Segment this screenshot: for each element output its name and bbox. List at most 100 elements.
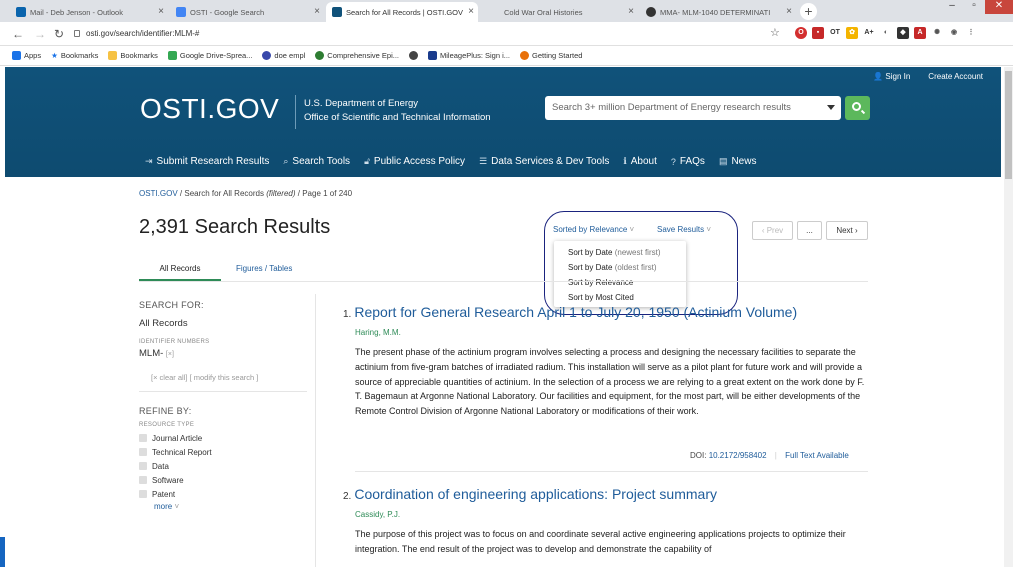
new-tab-button[interactable]: +	[800, 3, 817, 20]
more-resource-types-link[interactable]: more ˅	[139, 502, 307, 511]
forward-icon[interactable]: →	[34, 27, 46, 41]
minimize-icon[interactable]: –	[941, 0, 963, 14]
bookmark-globe[interactable]	[408, 51, 418, 60]
browser-tab-google[interactable]: OSTI - Google Search ×	[170, 2, 324, 22]
checkbox[interactable]	[139, 476, 147, 484]
bookmark-comprehensive[interactable]: Comprehensive Epi...	[315, 51, 399, 60]
globe-icon	[262, 51, 272, 60]
chevron-down-icon: ˅	[172, 502, 180, 511]
facet-journal-article[interactable]: Journal Article	[139, 431, 307, 445]
close-icon[interactable]: ×	[158, 6, 164, 17]
bookmark-folder[interactable]: Bookmarks	[108, 51, 158, 60]
facet-data[interactable]: Data	[139, 459, 307, 473]
checkbox[interactable]	[139, 462, 147, 470]
close-icon[interactable]: ×	[314, 6, 320, 17]
divider	[139, 281, 868, 282]
result-abstract: The present phase of the actinium progra…	[355, 347, 865, 417]
result-doi: DOI: 10.2172/958402 | Full Text Availabl…	[690, 451, 849, 460]
url-field[interactable]: osti.gov/search/identifier:MLM-#	[70, 25, 782, 43]
font-size-icon[interactable]: A+	[863, 27, 875, 39]
close-icon[interactable]: ×	[628, 6, 634, 17]
extension-icon[interactable]: ✿	[846, 27, 858, 39]
bookmarks-bar: Apps ★ Bookmarks Bookmarks Google Drive-S…	[0, 46, 1013, 66]
result-title[interactable]: 1. Report for General Research April 1 to…	[343, 304, 868, 320]
search-for-heading: SEARCH FOR:	[139, 300, 204, 310]
nav-news[interactable]: ▤ News	[719, 156, 757, 167]
pdf-icon[interactable]: A	[914, 27, 926, 39]
nav-submit-research[interactable]: ⇥ Submit Research Results	[145, 156, 269, 167]
chevron-down-icon[interactable]	[827, 105, 835, 110]
window-controls: – ▫ ✕	[941, 0, 1013, 14]
full-text-link[interactable]: Full Text Available	[785, 451, 849, 460]
checkbox[interactable]	[139, 490, 147, 498]
reload-icon[interactable]: ↻	[54, 27, 64, 41]
bookmark-bookmarks[interactable]: ★ Bookmarks	[51, 51, 98, 60]
tab-figures-tables[interactable]: Figures / Tables	[236, 259, 292, 279]
bookmark-google-drive[interactable]: Google Drive-Sprea...	[167, 51, 252, 60]
globe-icon	[315, 51, 325, 60]
result-title[interactable]: 2. Coordination of engineering applicatio…	[343, 486, 868, 502]
sign-in-icon: ⇥	[145, 156, 153, 166]
page-scrollbar[interactable]	[1004, 67, 1013, 567]
opera-icon[interactable]: O	[795, 27, 807, 39]
back-icon[interactable]: ←	[12, 27, 24, 41]
next-page-button[interactable]: Next ›	[826, 221, 868, 240]
bookmark-star-icon[interactable]: ☆	[770, 26, 780, 39]
browser-tab-mma[interactable]: MMA- MLM-1040 DETERMINATI ×	[640, 2, 796, 22]
bookmark-doe-empl[interactable]: doe empl	[262, 51, 305, 60]
menu-icon[interactable]: ⋮	[965, 27, 977, 39]
nav-data-services[interactable]: ☰ Data Services & Dev Tools	[479, 156, 609, 167]
nav-faqs[interactable]: ? FAQs	[671, 156, 705, 167]
prev-page-button[interactable]: ‹ Prev	[752, 221, 793, 240]
sign-in-link[interactable]: 👤 Sign In	[873, 72, 910, 81]
search-input[interactable]: Search 3+ million Department of Energy r…	[545, 96, 841, 120]
close-icon[interactable]: ×	[786, 6, 792, 17]
identifier-label: IDENTIFIER NUMBERS	[139, 339, 210, 345]
nav-about[interactable]: ℹ About	[623, 156, 657, 167]
extension-icon[interactable]: ◐	[880, 27, 892, 39]
extension-icon[interactable]: ✺	[931, 27, 943, 39]
filter-sidebar: SEARCH FOR: All Records IDENTIFIER NUMBE…	[139, 300, 307, 511]
page-title: 2,391 Search Results	[139, 216, 331, 238]
tab-all-records[interactable]: All Records	[139, 259, 221, 281]
browser-tab-osti[interactable]: Search for All Records | OSTI.GOV ×	[326, 2, 478, 22]
checkbox[interactable]	[139, 448, 147, 456]
result-author[interactable]: Cassidy, P.J.	[355, 510, 868, 519]
extension-icon[interactable]: ◆	[897, 27, 909, 39]
checkbox[interactable]	[139, 434, 147, 442]
facet-technical-report[interactable]: Technical Report	[139, 445, 307, 459]
search-icon: ⌕	[283, 156, 289, 166]
drive-icon	[167, 51, 177, 60]
browser-tab-outlook[interactable]: Mail - Deb Jenson - Outlook ×	[10, 2, 168, 22]
doi-link[interactable]: 10.2172/958402	[709, 451, 767, 460]
close-window-icon[interactable]: ✕	[985, 0, 1013, 14]
create-account-link[interactable]: Create Account	[928, 72, 983, 81]
avatar[interactable]: ◉	[948, 27, 960, 39]
nav-search-tools[interactable]: ⌕ Search Tools	[283, 156, 350, 167]
star-icon: ★	[51, 51, 58, 60]
osti-logo[interactable]: OSTI.GOV	[140, 93, 279, 125]
maximize-icon[interactable]: ▫	[963, 0, 985, 14]
nav-public-access[interactable]: 🔓︎ Public Access Policy	[364, 156, 465, 167]
result-item: 1. Report for General Research April 1 to…	[343, 304, 868, 419]
bookmark-getting-started[interactable]: Getting Started	[520, 51, 582, 60]
bookmark-apps[interactable]: Apps	[12, 51, 41, 60]
browser-tab-cold-war[interactable]: Cold War Oral Histories ×	[480, 2, 638, 22]
facet-patent[interactable]: Patent	[139, 487, 307, 501]
search-button[interactable]	[845, 96, 870, 120]
facet-software[interactable]: Software	[139, 473, 307, 487]
ot-icon[interactable]: OT	[829, 27, 841, 39]
browser-tab-bar: Mail - Deb Jenson - Outlook × OSTI - Goo…	[0, 0, 1013, 22]
remove-filter-button[interactable]: [×]	[166, 351, 174, 358]
result-item: 2. Coordination of engineering applicatio…	[343, 486, 868, 557]
breadcrumb-home[interactable]: OSTI.GOV	[139, 189, 178, 198]
page-ellipsis-button[interactable]: ...	[797, 221, 822, 240]
modify-search-button[interactable]: [ modify this search ]	[190, 373, 259, 382]
clear-all-button[interactable]: [× clear all]	[151, 373, 187, 382]
extension-icon[interactable]: ▪	[812, 27, 824, 39]
result-author[interactable]: Haring, M.M.	[355, 328, 868, 337]
scrollbar-thumb[interactable]	[1005, 71, 1012, 179]
close-icon[interactable]: ×	[468, 6, 474, 17]
bookmark-mileageplus[interactable]: MileagePlus: Sign i...	[427, 51, 510, 60]
account-links: 👤 Sign In Create Account	[873, 72, 983, 81]
